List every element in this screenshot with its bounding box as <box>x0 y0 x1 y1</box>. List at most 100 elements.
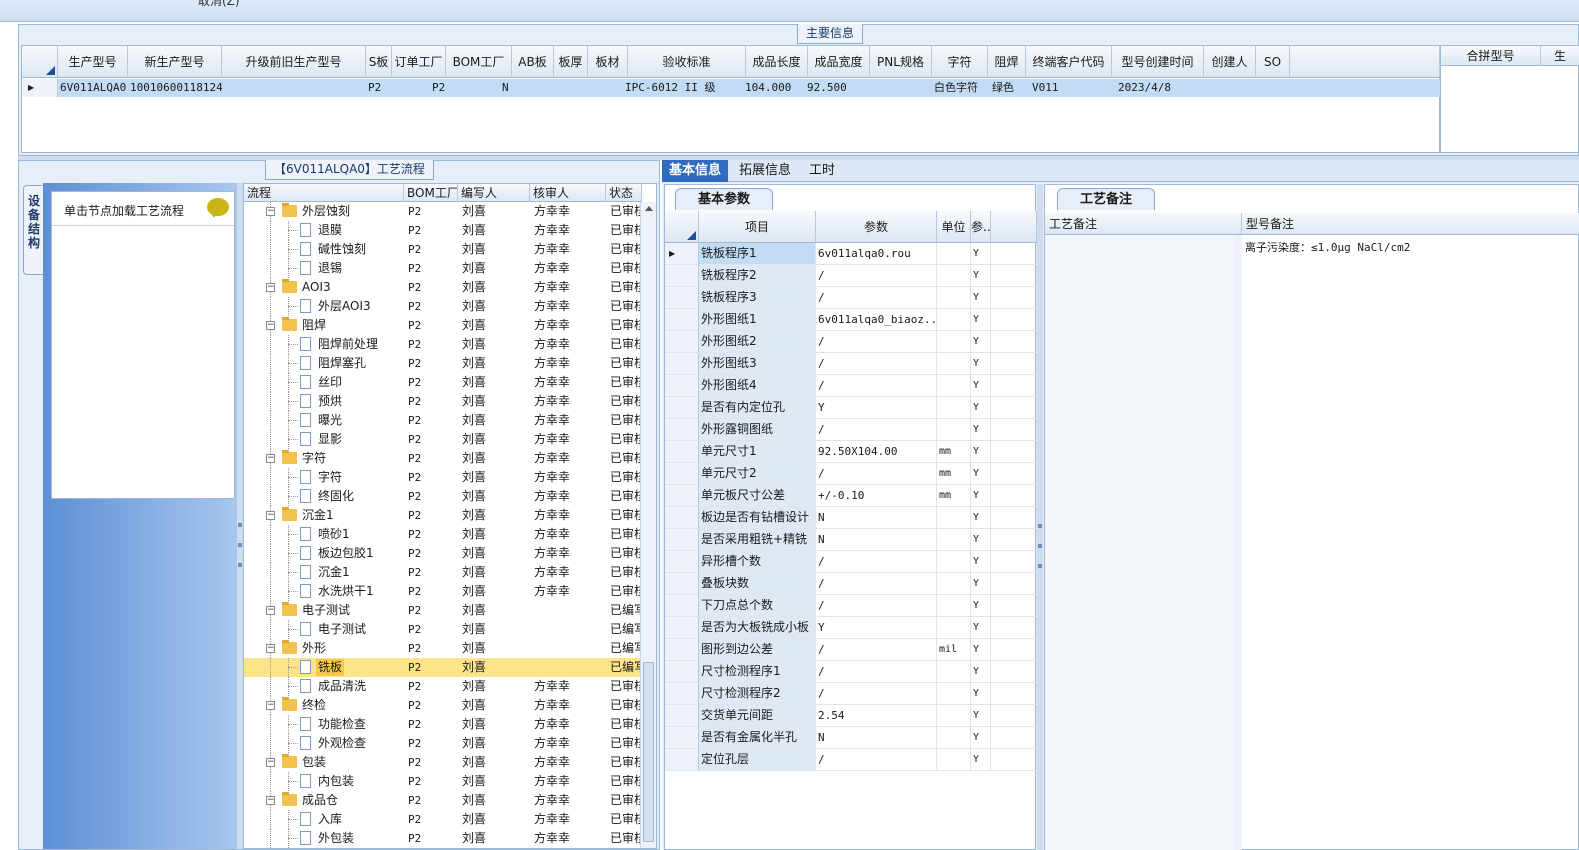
tree-cell-writer[interactable]: 刘喜 <box>462 297 530 316</box>
param-value[interactable]: 92.50X104.00 <box>816 441 937 463</box>
tree-leaf-label[interactable]: 成品清洗 <box>316 678 368 695</box>
param-unit[interactable] <box>937 683 971 705</box>
tree-row[interactable]: 喷砂1 P2刘喜方幸幸已审核 <box>244 525 642 544</box>
tree-node-label[interactable]: 终检 <box>300 697 328 714</box>
tree-cell-writer[interactable]: 刘喜 <box>462 449 530 468</box>
tree-cell-reviewer[interactable]: 方幸幸 <box>534 373 606 392</box>
param-value[interactable]: / <box>816 749 937 771</box>
tree-cell-writer[interactable]: 刘喜 <box>462 354 530 373</box>
param-value[interactable]: / <box>816 353 937 375</box>
tree-cell-bom-factory[interactable]: P2 <box>408 753 458 772</box>
basic-params-title[interactable]: 基本参数 <box>675 188 774 210</box>
tree-leaf-label[interactable]: 沉金1 <box>316 564 352 581</box>
tree-cell-status[interactable]: 已审核 <box>610 259 642 278</box>
param-unit[interactable] <box>937 573 971 595</box>
param-name[interactable]: 外形图纸4 <box>699 375 816 397</box>
tree-cell-writer[interactable]: 刘喜 <box>462 373 530 392</box>
tree-node-label[interactable]: 外形 <box>300 640 328 657</box>
tree-cell-status[interactable]: 已审核 <box>610 829 642 848</box>
col-header-length[interactable]: 成品长度 <box>746 46 808 78</box>
tree-cell-writer[interactable]: 刘喜 <box>462 468 530 487</box>
param-unit[interactable] <box>937 551 971 573</box>
param-unit[interactable] <box>937 353 971 375</box>
notes-title[interactable]: 工艺备注 <box>1057 188 1156 210</box>
tree-cell-status[interactable]: 已编写 <box>610 658 642 677</box>
param-flag[interactable]: Y <box>971 507 991 529</box>
collapse-icon[interactable]: − <box>266 796 275 805</box>
tree-row[interactable]: 功能检查 P2刘喜方幸幸已审核 <box>244 715 642 734</box>
param-unit[interactable]: mm <box>937 485 971 507</box>
tree-cell-writer[interactable]: 刘喜 <box>462 620 530 639</box>
param-value[interactable]: 2.54 <box>816 705 937 727</box>
col-header-material[interactable]: 板材 <box>588 46 628 78</box>
tree-cell-reviewer[interactable]: 方幸幸 <box>534 297 606 316</box>
param-row-indicator[interactable] <box>665 573 699 595</box>
col-header-order-factory[interactable]: 订单工厂 <box>392 46 446 78</box>
tree-cell-status[interactable]: 已编写 <box>610 639 642 658</box>
tree-cell-status[interactable]: 已审核 <box>610 810 642 829</box>
tree-cell-bom-factory[interactable]: P2 <box>408 601 458 620</box>
param-row[interactable]: 单元尺寸2/mm Y <box>665 463 1037 485</box>
tree-cell-writer[interactable]: 刘喜 <box>462 278 530 297</box>
collapse-icon[interactable]: − <box>266 758 275 767</box>
param-unit[interactable] <box>937 727 971 749</box>
param-row-indicator[interactable] <box>665 463 699 485</box>
tree-row[interactable]: 板边包胶1 P2刘喜方幸幸已审核 <box>244 544 642 563</box>
params-col-flag[interactable]: 参.. <box>971 211 991 243</box>
tree-node-label[interactable]: 包装 <box>300 754 328 771</box>
param-row-indicator[interactable] <box>665 595 699 617</box>
param-flag[interactable]: Y <box>971 441 991 463</box>
param-unit[interactable] <box>937 595 971 617</box>
merge-model-header-2[interactable]: 生 <box>1541 46 1579 66</box>
cell-standard[interactable]: IPC-6012 II 级 <box>623 79 741 97</box>
col-header-pnl[interactable]: PNL规格 <box>870 46 932 78</box>
tree-cell-bom-factory[interactable]: P2 <box>408 563 458 582</box>
col-header-so[interactable]: SO <box>1256 46 1290 78</box>
tree-cell-bom-factory[interactable]: P2 <box>408 297 458 316</box>
tree-row[interactable]: 阻焊前处理 P2刘喜方幸幸已审核 <box>244 335 642 354</box>
tree-cell-bom-factory[interactable]: P2 <box>408 620 458 639</box>
param-row-indicator[interactable] <box>665 375 699 397</box>
tree-cell-reviewer[interactable]: 方幸幸 <box>534 563 606 582</box>
tree-cell-status[interactable]: 已审核 <box>610 335 642 354</box>
tree-leaf-label[interactable]: 电子测试 <box>316 621 368 638</box>
col-header-customer-code[interactable]: 终端客户代码 <box>1026 46 1112 78</box>
param-flag[interactable]: Y <box>971 749 991 771</box>
tree-row[interactable]: 外层AOI3 P2刘喜方幸幸已审核 <box>244 297 642 316</box>
tree-row[interactable]: 入库 P2刘喜方幸幸已审核 <box>244 810 642 829</box>
tree-leaf-label[interactable]: 字符 <box>316 469 344 486</box>
tree-cell-reviewer[interactable]: 方幸幸 <box>534 544 606 563</box>
param-name[interactable]: 外形图纸1 <box>699 309 816 331</box>
tree-cell-writer[interactable]: 刘喜 <box>462 487 530 506</box>
param-flag[interactable]: Y <box>971 705 991 727</box>
tree-cell-status[interactable]: 已审核 <box>610 753 642 772</box>
param-value[interactable]: / <box>816 265 937 287</box>
tree-cell-writer[interactable]: 刘喜 <box>462 810 530 829</box>
tree-leaf-label[interactable]: 入库 <box>316 811 344 828</box>
tree-leaf-label[interactable]: 显影 <box>316 431 344 448</box>
tree-scrollbar[interactable] <box>640 202 656 848</box>
cell-soldermask[interactable]: 绿色 <box>990 79 1028 97</box>
param-row-indicator[interactable] <box>665 551 699 573</box>
tree-cell-writer[interactable]: 刘喜 <box>462 221 530 240</box>
tree-cell-bom-factory[interactable]: P2 <box>408 259 458 278</box>
param-row-indicator[interactable]: ▶ <box>665 243 699 265</box>
param-flag[interactable]: Y <box>971 309 991 331</box>
tree-cell-status[interactable]: 已审核 <box>610 791 642 810</box>
tree-cell-reviewer[interactable]: 方幸幸 <box>534 715 606 734</box>
tree-row[interactable]: − 成品仓 P2刘喜方幸幸已审核 <box>244 791 642 810</box>
tree-leaf-label[interactable]: 外包装 <box>316 830 356 847</box>
collapse-icon[interactable]: − <box>266 606 275 615</box>
tree-col-bom-factory[interactable]: BOM工厂 <box>404 184 458 202</box>
tree-cell-status[interactable]: 已审核 <box>610 544 642 563</box>
param-value[interactable]: 6v011alqa0.rou <box>816 243 937 265</box>
param-value[interactable]: / <box>816 595 937 617</box>
tree-cell-reviewer[interactable]: 方幸幸 <box>534 525 606 544</box>
tree-row[interactable]: 退膜 P2刘喜方幸幸已审核 <box>244 221 642 240</box>
param-flag[interactable]: Y <box>971 331 991 353</box>
tree-cell-status[interactable]: 已审核 <box>610 525 642 544</box>
param-row-indicator[interactable] <box>665 353 699 375</box>
param-row[interactable]: 尺寸检测程序1/ Y <box>665 661 1037 683</box>
param-row[interactable]: 叠板块数 / Y <box>665 573 1037 595</box>
param-flag[interactable]: Y <box>971 287 991 309</box>
